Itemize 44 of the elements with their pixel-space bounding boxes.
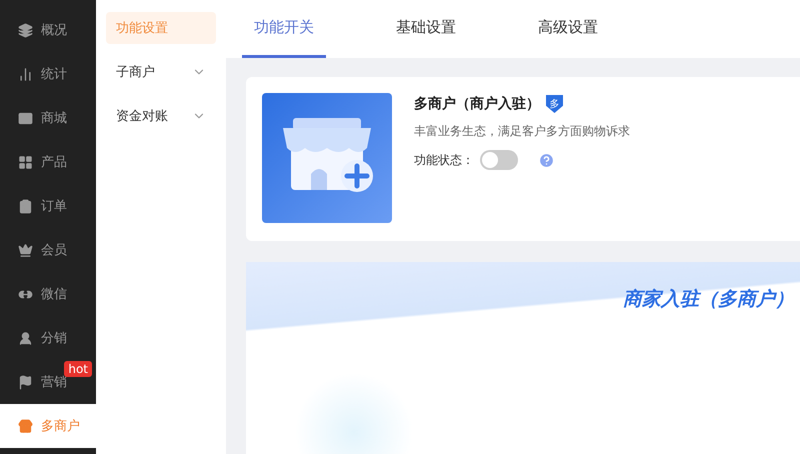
sub-nav-label: 子商户 — [116, 64, 155, 81]
tab[interactable]: 基础设置 — [384, 0, 468, 58]
nav-icon — [18, 242, 33, 258]
tab[interactable]: 高级设置 — [526, 0, 610, 58]
shield-badge: 多 — [546, 95, 563, 113]
nav-label: 微信 — [41, 286, 67, 303]
nav-item[interactable]: 统计 — [0, 52, 96, 96]
nav-item[interactable]: 微信 — [0, 272, 96, 316]
nav-item[interactable]: 会员 — [0, 228, 96, 272]
nav-icon — [18, 198, 33, 214]
nav-icon — [18, 110, 33, 126]
nav-icon — [18, 154, 33, 170]
nav-icon — [18, 374, 33, 390]
nav-label: 会员 — [41, 242, 67, 259]
nav-item[interactable]: 商城 — [0, 96, 96, 140]
nav-label: 订单 — [41, 198, 67, 215]
nav-icon — [18, 22, 33, 38]
nav-label: 分销 — [41, 330, 67, 347]
nav-item[interactable]: 产品 — [0, 140, 96, 184]
tab[interactable]: 功能开关 — [242, 0, 326, 58]
sub-nav-item[interactable]: 子商户 — [106, 56, 216, 88]
sub-nav-label: 资金对账 — [116, 108, 168, 125]
sub-nav-item[interactable]: 资金对账 — [106, 100, 216, 132]
banner-title: 商家入驻（多商户） — [623, 287, 794, 312]
feature-toggle[interactable] — [480, 150, 518, 170]
nav-label: 产品 — [41, 154, 67, 171]
feature-title: 多商户（商户入驻） — [414, 95, 540, 113]
nav-label: 营销 — [41, 374, 67, 391]
nav-label: 多商户 — [41, 418, 80, 435]
hot-badge: hot — [64, 361, 92, 377]
sub-nav-label: 功能设置 — [116, 20, 168, 37]
nav-label: 统计 — [41, 66, 67, 83]
nav-item[interactable]: 概况 — [0, 8, 96, 52]
nav-item[interactable]: hot 营销 — [0, 360, 96, 404]
status-label: 功能状态： — [414, 152, 474, 168]
feature-description: 丰富业务生态，满足客户多方面购物诉求 — [414, 123, 630, 140]
nav-icon — [18, 418, 33, 434]
nav-item[interactable]: 分销 — [0, 316, 96, 360]
nav-icon — [18, 330, 33, 346]
nav-item[interactable]: 订单 — [0, 184, 96, 228]
nav-icon — [18, 66, 33, 82]
nav-label: 概况 — [41, 22, 67, 39]
help-icon[interactable] — [538, 152, 555, 168]
nav-label: 商城 — [41, 110, 67, 127]
